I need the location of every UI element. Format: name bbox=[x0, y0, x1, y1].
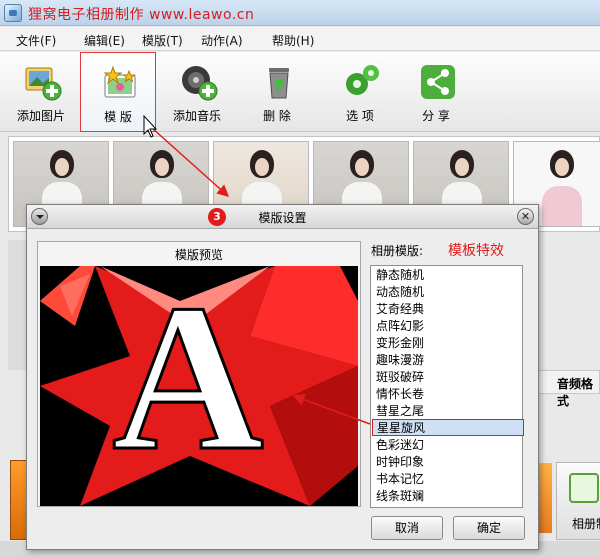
add-photo-icon bbox=[25, 67, 62, 101]
share-button[interactable]: 分 享 bbox=[398, 52, 474, 132]
app-icon bbox=[4, 4, 22, 22]
menu-edit[interactable]: 编辑(E) bbox=[84, 32, 125, 49]
add-photo-label: 添加图片 bbox=[16, 109, 65, 123]
options-button[interactable]: 选 项 bbox=[322, 52, 398, 132]
gear-icon bbox=[346, 65, 379, 95]
make-album-button[interactable]: 相册制 bbox=[556, 462, 600, 540]
audio-format-label: 音频格式 bbox=[557, 377, 594, 408]
add-photo-button[interactable]: 添加图片 bbox=[3, 52, 79, 132]
title-bar: 狸窝电子相册制作 www.leawo.cn bbox=[0, 0, 600, 26]
menu-help[interactable]: 帮助(H) bbox=[272, 32, 314, 49]
template-list-item[interactable]: 时钟印象 bbox=[372, 454, 521, 471]
template-list-item[interactable]: 色彩迷幻 bbox=[372, 437, 521, 454]
effect-annotation: 模板特效 bbox=[448, 243, 504, 259]
preview-label: 模版预览 bbox=[174, 248, 223, 262]
add-music-icon bbox=[182, 66, 218, 101]
template-list-item-selected[interactable]: 星星旋风 bbox=[372, 419, 524, 436]
template-button[interactable]: 模 版 bbox=[80, 52, 156, 132]
template-list-item[interactable]: 彗星之尾 bbox=[372, 403, 521, 420]
template-preview-panel: 模版预览 A bbox=[37, 241, 361, 507]
ok-button[interactable]: 确定 bbox=[453, 516, 525, 540]
cancel-button[interactable]: 取消 bbox=[371, 516, 443, 540]
dialog-title-bar: 3 模版设置 ✕ bbox=[27, 205, 538, 229]
template-thumbnail[interactable] bbox=[538, 463, 552, 533]
timeline-panel bbox=[8, 240, 26, 370]
template-list-item[interactable]: 趣味漫游 bbox=[372, 352, 521, 369]
options-label: 选 项 bbox=[346, 109, 374, 123]
template-list-item[interactable]: 静态随机 bbox=[372, 267, 521, 284]
audio-format-header: 音频格式 bbox=[530, 370, 600, 408]
preview-letter: A bbox=[112, 266, 264, 494]
template-list-item[interactable]: 艾奇经典 bbox=[372, 301, 521, 318]
template-label: 模 版 bbox=[104, 110, 132, 124]
window-title: 狸窝电子相册制作 www.leawo.cn bbox=[28, 7, 255, 23]
template-list-item[interactable]: 情怀长卷 bbox=[372, 386, 521, 403]
trash-icon bbox=[269, 68, 289, 99]
album-icon bbox=[569, 473, 599, 503]
make-album-label: 相册制 bbox=[572, 517, 600, 531]
template-list-item[interactable]: 书本记忆 bbox=[372, 471, 521, 488]
delete-button[interactable]: 删 除 bbox=[239, 52, 315, 132]
share-label: 分 享 bbox=[422, 109, 450, 123]
template-settings-dialog: 3 模版设置 ✕ 模版预览 A 相册模版: 模板特效 静态随机 动态随机 艾奇经… bbox=[26, 204, 539, 550]
delete-label: 删 除 bbox=[263, 109, 291, 123]
menu-action[interactable]: 动作(A) bbox=[201, 32, 243, 49]
dialog-title: 模版设置 bbox=[258, 211, 307, 225]
template-preview-canvas: A bbox=[40, 266, 358, 506]
template-list-item[interactable]: 点阵幻影 bbox=[372, 318, 521, 335]
close-icon[interactable]: ✕ bbox=[517, 208, 534, 225]
add-music-button[interactable]: 添加音乐 bbox=[159, 52, 235, 132]
menu-file[interactable]: 文件(F) bbox=[16, 32, 56, 49]
template-list-item[interactable]: 变形金刚 bbox=[372, 335, 521, 352]
star-whirl-preview: A bbox=[40, 266, 358, 506]
template-list-item[interactable]: 线条斑斓 bbox=[372, 488, 521, 505]
menu-template[interactable]: 模版(T) bbox=[142, 32, 183, 49]
add-music-label: 添加音乐 bbox=[172, 109, 221, 123]
template-list[interactable]: 静态随机 动态随机 艾奇经典 点阵幻影 变形金刚 趣味漫游 斑驳破碎 情怀长卷 … bbox=[370, 265, 524, 508]
share-icon bbox=[421, 65, 455, 99]
template-icon bbox=[103, 65, 136, 98]
template-list-item[interactable]: 斑驳破碎 bbox=[372, 369, 521, 386]
menu-bar: 文件(F) 编辑(E) 模版(T) 动作(A) 帮助(H) bbox=[0, 27, 600, 51]
album-template-label: 相册模版: bbox=[371, 244, 424, 258]
template-list-item[interactable]: 动态随机 bbox=[372, 284, 521, 301]
toolbar: 添加图片 模 版 添加音乐 删 除 选 项 分 享 bbox=[0, 52, 600, 132]
